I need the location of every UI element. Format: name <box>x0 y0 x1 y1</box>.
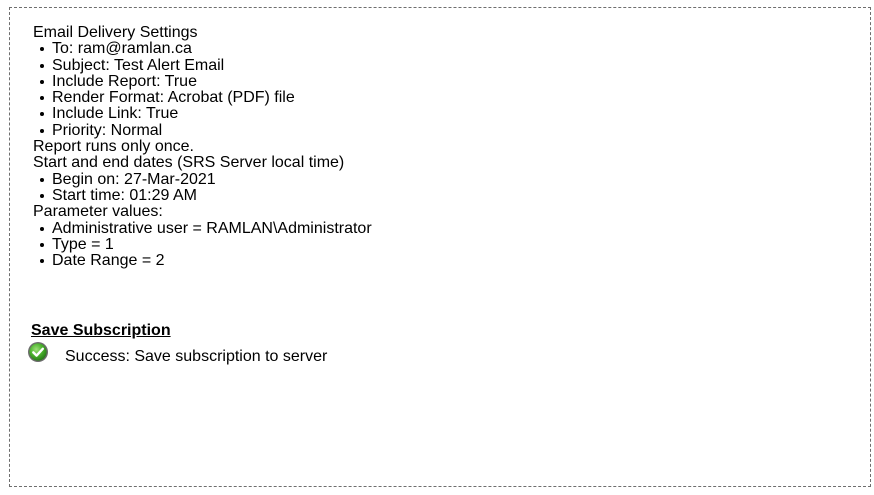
include-link-item: Include Link: True <box>33 106 853 122</box>
success-check-icon <box>28 342 48 362</box>
email-to-item: To: ram@ramlan.ca <box>33 40 853 57</box>
save-status-text: Success: Save subscription to server <box>65 348 328 365</box>
priority-item: Priority: Normal <box>33 122 853 139</box>
parameter-values-heading: Parameter values: <box>33 203 163 221</box>
include-report-item: Include Report: True <box>33 73 853 90</box>
start-end-dates-heading: Start and end dates (SRS Server local ti… <box>33 154 345 172</box>
report-runs-text: Report runs only once. <box>33 138 194 156</box>
start-time-item: Start time: 01:29 AM <box>33 187 853 204</box>
email-subject-item: Subject: Test Alert Email <box>33 57 853 74</box>
save-status-row: Success: Save subscription to server <box>27 340 327 366</box>
subscription-details: Email Delivery Settings To: ram@ramlan.c… <box>33 24 853 270</box>
parameter-list: Administrative user = RAMLAN\Administrat… <box>33 220 853 270</box>
begin-on-item: Begin on: 27-Mar-2021 <box>33 171 853 188</box>
date-range-item: Date Range = 2 <box>33 252 853 269</box>
schedule-list: Begin on: 27-Mar-2021 Start time: 01:29 … <box>33 171 853 205</box>
type-item: Type = 1 <box>33 236 853 253</box>
email-delivery-list: To: ram@ramlan.ca Subject: Test Alert Em… <box>33 40 853 139</box>
subscription-summary-panel: Email Delivery Settings To: ram@ramlan.c… <box>9 7 871 487</box>
save-subscription-heading: Save Subscription <box>31 322 171 339</box>
administrative-user-item: Administrative user = RAMLAN\Administrat… <box>33 220 853 237</box>
render-format-item: Render Format: Acrobat (PDF) file <box>33 89 853 106</box>
email-delivery-heading: Email Delivery Settings <box>33 24 198 41</box>
